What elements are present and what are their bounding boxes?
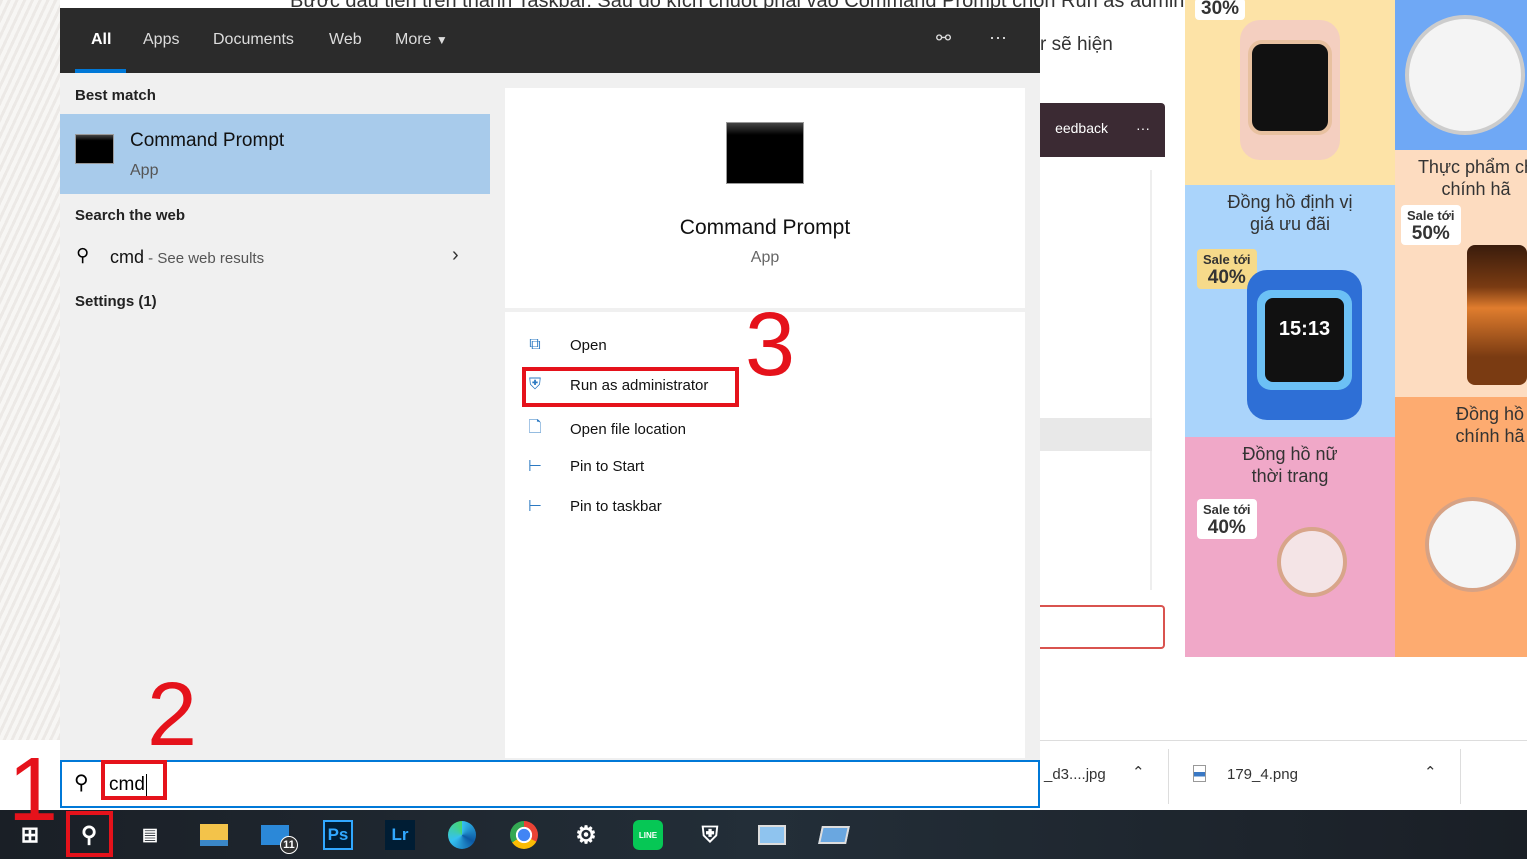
gray-band xyxy=(1040,418,1152,451)
best-match-item[interactable]: Command Prompt App xyxy=(60,114,490,194)
product-tile[interactable]: Đồng hồ định vị giá ưu đãi Sale tới40% 1… xyxy=(1185,185,1395,437)
web-result-text: cmd - See web results xyxy=(110,247,264,268)
control-panel-icon[interactable] xyxy=(757,820,787,850)
annotation-step-1: 1 xyxy=(8,745,58,835)
page-background-texture xyxy=(0,0,60,740)
feedback-link[interactable]: eedback xyxy=(1055,120,1108,136)
annotation-box-search-input xyxy=(101,760,167,800)
more-button[interactable]: ··· xyxy=(1136,120,1150,136)
web-result-item[interactable]: ⚲ cmd - See web results › xyxy=(60,240,490,276)
supplement-bottle-image xyxy=(1467,245,1527,385)
download-item-name[interactable]: 179_4.png xyxy=(1227,766,1298,783)
annotation-step-2: 2 xyxy=(147,670,197,760)
windows-security-icon[interactable]: ⛨ xyxy=(695,820,725,850)
robot-vacuum-image xyxy=(1405,15,1525,135)
command-prompt-large-icon xyxy=(726,122,804,184)
product-tile[interactable] xyxy=(1395,0,1527,150)
kids-watch-image: 15:13 xyxy=(1247,270,1362,420)
mail-icon[interactable]: 11 xyxy=(260,820,290,850)
photoshop-icon[interactable]: Ps xyxy=(323,820,353,850)
annotation-step-3: 3 xyxy=(745,300,795,390)
windows-search-panel: All Apps Documents Web More ▼ ⚯ ⋯ Best m… xyxy=(60,8,1040,808)
detail-card: Command Prompt App xyxy=(505,88,1025,308)
downloads-bar: _d3....jpg ⌃ 179_4.png ⌃ xyxy=(1040,740,1527,810)
best-match-heading: Best match xyxy=(75,87,156,104)
sale-badge: Sale tới40% xyxy=(1197,499,1257,539)
womens-watch-image xyxy=(1277,527,1347,597)
file-location-icon: 🗋 xyxy=(525,416,545,443)
product-title: Thực phẩm ch chính hã xyxy=(1395,150,1527,200)
action-label: Open file location xyxy=(570,421,686,438)
divider xyxy=(1168,749,1169,804)
sale-badge: 30% xyxy=(1195,0,1245,20)
web-suffix: - See web results xyxy=(144,250,264,267)
product-tile[interactable]: Đồng hồ chính hã xyxy=(1395,397,1527,657)
feedback-bar: eedback ··· xyxy=(1040,103,1165,157)
download-item-name[interactable]: _d3....jpg xyxy=(1044,766,1106,783)
detail-subtitle: App xyxy=(505,249,1025,267)
search-web-heading: Search the web xyxy=(75,207,185,224)
settings-gear-icon[interactable]: ⚙ xyxy=(571,820,601,850)
action-open-file-location[interactable]: 🗋 Open file location xyxy=(525,416,686,443)
feedback-icon[interactable]: ⚯ xyxy=(936,28,951,49)
chrome-icon[interactable] xyxy=(509,820,539,850)
action-label: Pin to Start xyxy=(570,458,644,475)
tab-all[interactable]: All xyxy=(91,31,111,49)
search-input[interactable]: ⚲ cmd xyxy=(60,760,1040,808)
sale-badge: Sale tới50% xyxy=(1401,205,1461,245)
article-text-fragment: r sẽ hiện xyxy=(1040,34,1113,56)
chevron-up-icon[interactable]: ⌃ xyxy=(1132,763,1145,781)
caret-down-icon: ▼ xyxy=(436,33,448,47)
action-label: Pin to taskbar xyxy=(570,498,662,515)
detail-title: Command Prompt xyxy=(505,216,1025,240)
smartwatch-image xyxy=(1240,20,1340,160)
image-file-icon xyxy=(1193,765,1206,782)
chevron-right-icon: › xyxy=(452,244,459,267)
search-icon: ⚲ xyxy=(74,770,89,795)
file-explorer-icon[interactable] xyxy=(199,820,229,850)
command-prompt-icon xyxy=(75,134,114,164)
action-pin-to-start[interactable]: ⊢ Pin to Start xyxy=(525,456,644,476)
task-view-icon[interactable]: ▤ xyxy=(135,820,165,850)
annotation-box-search-button xyxy=(66,811,113,857)
tab-web[interactable]: Web xyxy=(329,31,362,49)
product-tile[interactable]: Đồng hồ nữ thời trang Sale tới40% xyxy=(1185,437,1395,657)
more-options-icon[interactable]: ⋯ xyxy=(989,28,1007,49)
product-title: Đồng hồ định vị giá ưu đãi xyxy=(1185,185,1395,235)
action-open[interactable]: ⧉ Open xyxy=(525,336,607,354)
best-match-title: Command Prompt xyxy=(130,130,284,152)
action-label: Open xyxy=(570,337,607,354)
product-tile[interactable]: Thực phẩm ch chính hã Sale tới50% xyxy=(1395,150,1527,397)
active-tab-indicator xyxy=(75,69,126,73)
product-title: Đồng hồ nữ thời trang xyxy=(1185,437,1395,487)
open-icon: ⧉ xyxy=(525,336,545,354)
app-window-icon[interactable] xyxy=(819,820,849,850)
taskbar: ⊞ ⚲ ▤ 11 Ps Lr ⚙ LINE ⛨ xyxy=(0,810,1527,859)
pin-icon: ⊢ xyxy=(525,496,545,516)
divider xyxy=(1460,749,1461,804)
tab-documents[interactable]: Documents xyxy=(213,31,294,49)
line-app-icon[interactable]: LINE xyxy=(633,820,663,850)
chevron-up-icon[interactable]: ⌃ xyxy=(1424,763,1437,781)
search-icon: ⚲ xyxy=(76,245,89,266)
edge-icon[interactable] xyxy=(447,820,477,850)
best-match-subtitle: App xyxy=(130,162,158,180)
tab-apps[interactable]: Apps xyxy=(143,31,179,49)
action-pin-to-taskbar[interactable]: ⊢ Pin to taskbar xyxy=(525,496,662,516)
page-button-outline[interactable] xyxy=(1040,605,1165,649)
product-tile[interactable]: 30% xyxy=(1185,0,1395,185)
annotation-box-run-as-admin xyxy=(522,367,739,407)
search-header: All Apps Documents Web More ▼ ⚯ ⋯ xyxy=(60,8,1040,73)
divider xyxy=(1150,170,1152,590)
tab-more[interactable]: More ▼ xyxy=(395,31,448,49)
lightroom-icon[interactable]: Lr xyxy=(385,820,415,850)
mail-badge: 11 xyxy=(280,836,298,854)
web-query: cmd xyxy=(110,247,144,267)
mens-watch-image xyxy=(1425,497,1520,592)
product-title: Đồng hồ chính hã xyxy=(1395,397,1527,447)
pin-icon: ⊢ xyxy=(525,456,545,476)
settings-heading[interactable]: Settings (1) xyxy=(75,293,157,310)
